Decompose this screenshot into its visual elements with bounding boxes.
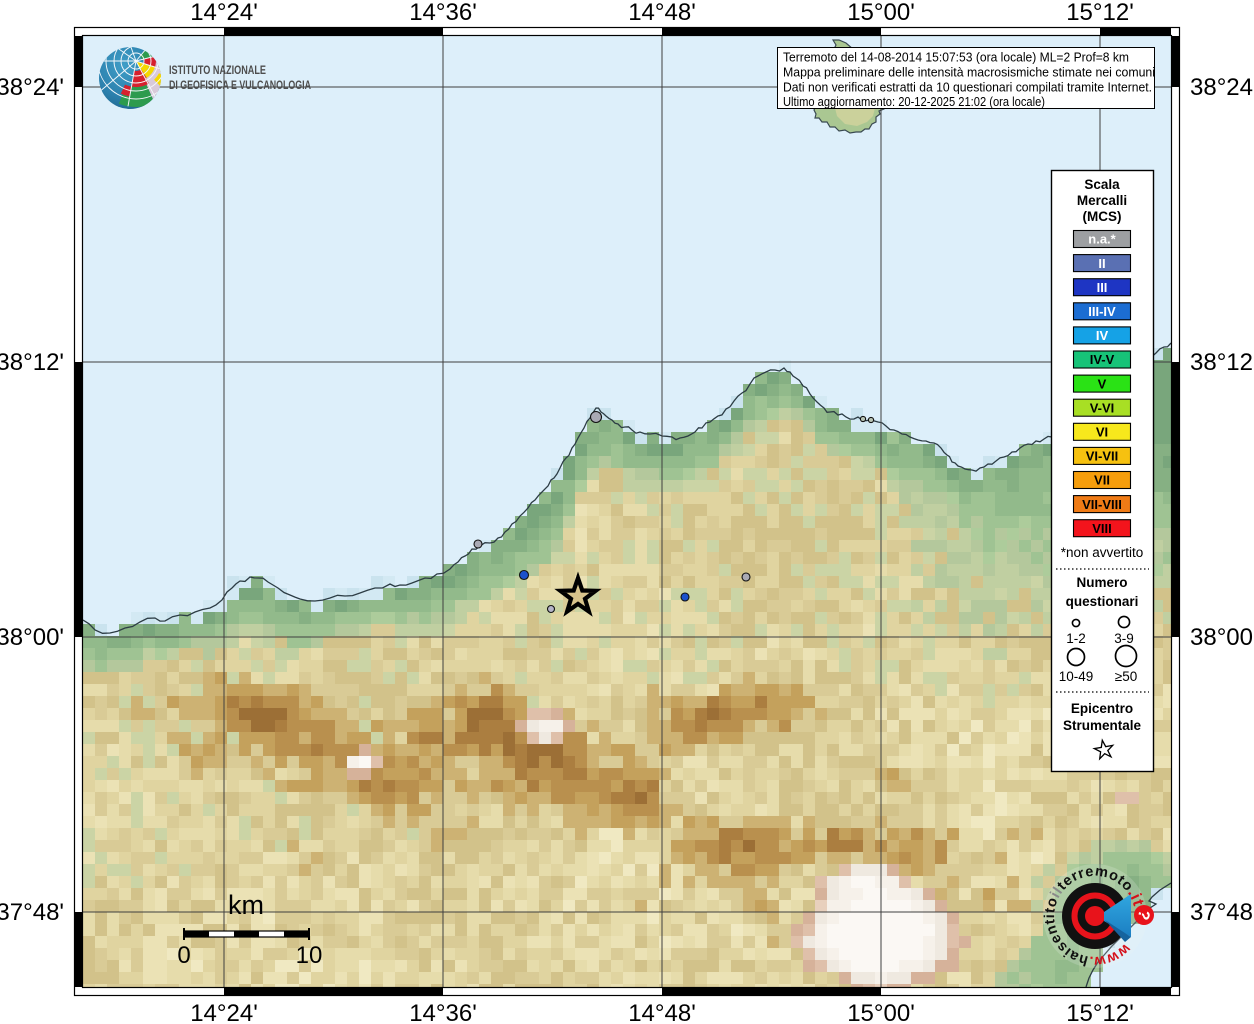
svg-text:38°00': 38°00': [0, 624, 64, 651]
svg-text:Terremoto del 14-08-2014 15:07: Terremoto del 14-08-2014 15:07:53 (ora l…: [783, 50, 1129, 65]
svg-text:VIII: VIII: [1092, 521, 1112, 536]
svg-text:Dati non verificati estratti d: Dati non verificati estratti da 10 quest…: [783, 80, 1152, 95]
svg-text:15°12': 15°12': [1066, 1000, 1134, 1024]
svg-text:Ultimo aggiornamento: 20-12-20: Ultimo aggiornamento: 20-12-2025 21:02 (…: [783, 94, 1045, 109]
svg-text:IV: IV: [1096, 328, 1109, 343]
svg-text:38°12': 38°12': [1190, 349, 1254, 376]
svg-text:14°24': 14°24': [190, 1000, 258, 1024]
svg-text:V: V: [1098, 376, 1107, 391]
svg-text:*non avvertito: *non avvertito: [1061, 545, 1144, 560]
svg-text:14°48': 14°48': [628, 0, 696, 26]
svg-text:14°36': 14°36': [409, 1000, 477, 1024]
svg-text:38°24': 38°24': [0, 74, 64, 101]
svg-text:km: km: [228, 890, 264, 920]
svg-text:37°48': 37°48': [0, 899, 64, 926]
svg-text:15°00': 15°00': [847, 0, 915, 26]
svg-text:ISTITUTO NAZIONALE: ISTITUTO NAZIONALE: [169, 65, 266, 77]
svg-text:14°48': 14°48': [628, 1000, 696, 1024]
svg-text:14°24': 14°24': [190, 0, 258, 26]
svg-text:VI: VI: [1096, 425, 1108, 440]
svg-text:15°12': 15°12': [1066, 0, 1134, 26]
svg-text:VI-VII: VI-VII: [1086, 449, 1119, 464]
svg-text:10-49: 10-49: [1059, 669, 1094, 684]
svg-text:II: II: [1098, 256, 1105, 271]
svg-text:(MCS): (MCS): [1083, 209, 1122, 224]
svg-text:38°00': 38°00': [1190, 624, 1254, 651]
svg-text:Mercalli: Mercalli: [1077, 193, 1127, 208]
svg-text:37°48': 37°48': [1190, 899, 1254, 926]
svg-text:V-VI: V-VI: [1090, 400, 1115, 415]
svg-text:VII: VII: [1094, 473, 1110, 488]
svg-text:n.a.*: n.a.*: [1088, 232, 1116, 247]
svg-text:III: III: [1097, 280, 1108, 295]
svg-text:III-IV: III-IV: [1088, 304, 1116, 319]
svg-text:≥50: ≥50: [1115, 669, 1137, 684]
svg-text:0: 0: [177, 942, 190, 969]
svg-text:14°36': 14°36': [409, 0, 477, 26]
svg-text:Mappa preliminare delle intens: Mappa preliminare delle intensità macros…: [783, 65, 1155, 80]
svg-text:Strumentale: Strumentale: [1063, 718, 1142, 733]
svg-text:Scala: Scala: [1084, 177, 1120, 192]
svg-text:10: 10: [296, 942, 323, 969]
svg-text:38°12': 38°12': [0, 349, 64, 376]
svg-text:VII-VIII: VII-VIII: [1082, 497, 1122, 512]
svg-text:DI GEOFISICA E VULCANOLOGIA: DI GEOFISICA E VULCANOLOGIA: [169, 80, 311, 92]
svg-text:Numero: Numero: [1076, 575, 1127, 590]
svg-text:IV-V: IV-V: [1090, 352, 1115, 367]
svg-text:1-2: 1-2: [1066, 631, 1086, 646]
svg-text:3-9: 3-9: [1114, 631, 1134, 646]
svg-text:15°00': 15°00': [847, 1000, 915, 1024]
svg-text:Epicentro: Epicentro: [1071, 701, 1133, 716]
svg-text:38°24': 38°24': [1190, 74, 1254, 101]
svg-text:questionari: questionari: [1066, 594, 1139, 609]
